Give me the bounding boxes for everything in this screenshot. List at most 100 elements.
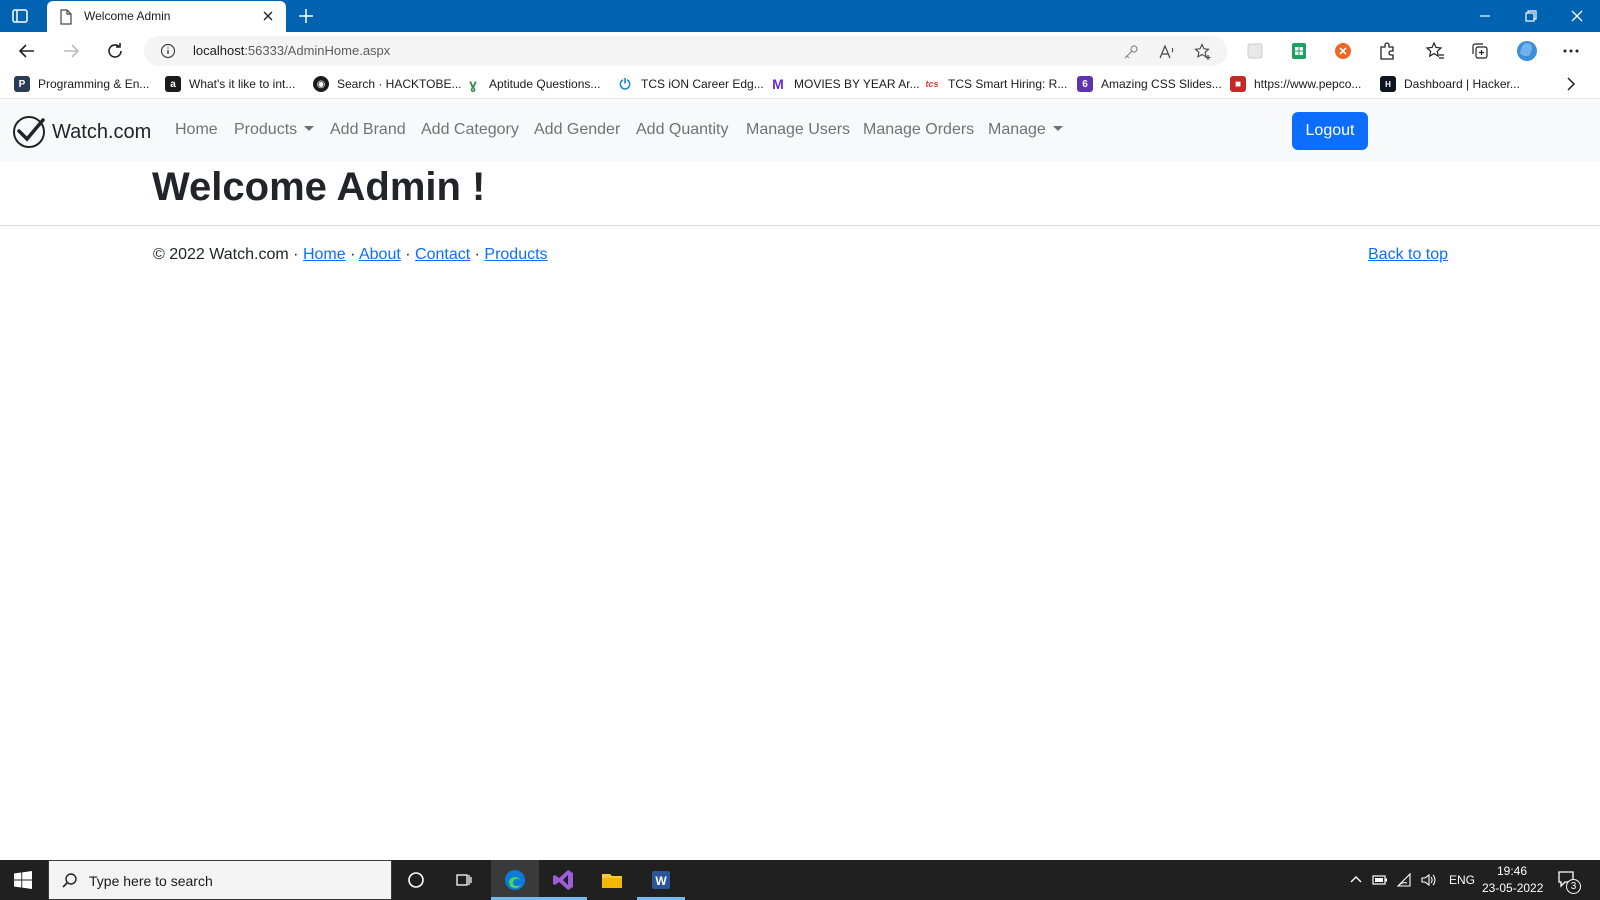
- extension-grid-icon[interactable]: [1245, 41, 1265, 61]
- footer-products-link[interactable]: Products: [484, 246, 547, 263]
- bookmark-label: TCS iON Career Edg...: [641, 77, 764, 91]
- read-aloud-icon[interactable]: [1158, 43, 1176, 61]
- orange-extension-icon[interactable]: [1333, 41, 1353, 61]
- notification-badge: 3: [1566, 879, 1581, 894]
- volume-icon[interactable]: [1420, 872, 1436, 888]
- clock-time: 19:46: [1497, 864, 1528, 878]
- favorites-icon[interactable]: [1425, 41, 1445, 61]
- taskbar-visual-studio-app[interactable]: [539, 860, 587, 900]
- nav-products-label: Products: [234, 121, 298, 138]
- caret-down-icon: [304, 126, 315, 131]
- back-icon[interactable]: [16, 40, 38, 62]
- logout-button[interactable]: Logout: [1292, 112, 1368, 150]
- extensions-puzzle-icon[interactable]: [1377, 41, 1397, 61]
- footer-separator: ·: [474, 246, 480, 263]
- taskbar-edge-app[interactable]: [491, 860, 539, 900]
- nav-add-quantity[interactable]: Add Quantity: [636, 121, 729, 139]
- cortana-icon[interactable]: [402, 866, 430, 894]
- chevron-up-icon[interactable]: [1348, 872, 1364, 888]
- search-placeholder: Type here to search: [89, 873, 213, 889]
- nav-add-gender[interactable]: Add Gender: [534, 121, 620, 139]
- taskbar-search[interactable]: Type here to search: [48, 860, 392, 900]
- bookmark-item[interactable]: M MOVIES BY YEAR Ar...: [770, 75, 920, 93]
- programming-favicon-icon: P: [14, 76, 30, 92]
- footer-about-link[interactable]: About: [359, 246, 401, 263]
- browser-tab-bar: Welcome Admin: [0, 0, 1600, 32]
- browser-tab-active[interactable]: Welcome Admin: [47, 1, 286, 32]
- refresh-icon[interactable]: [104, 40, 126, 62]
- amazon-favicon-icon: a: [165, 76, 181, 92]
- windows-taskbar: Type here to search W ENG 19:46 23-05-20…: [0, 860, 1600, 900]
- bookmark-item[interactable]: tcs TCS Smart Hiring: R...: [924, 75, 1067, 93]
- sheets-extension-icon[interactable]: [1289, 41, 1309, 61]
- six-favicon-icon: 6: [1077, 76, 1093, 92]
- footer-links: © 2022 Watch.com · Home · About · Contac…: [153, 246, 548, 264]
- m-favicon-icon: M: [770, 76, 786, 92]
- bookmark-item[interactable]: ɣ Aptitude Questions...: [465, 75, 600, 93]
- forward-icon[interactable]: [60, 40, 82, 62]
- close-window-icon[interactable]: [1567, 6, 1587, 26]
- cube-favicon-icon: ■: [1230, 76, 1246, 92]
- taskbar-word-app[interactable]: W: [637, 860, 685, 900]
- windows-start-icon[interactable]: [14, 871, 32, 889]
- url-path: :56333/AdminHome.aspx: [244, 43, 391, 58]
- bookmark-label: Search · HACKTOBE...: [337, 77, 462, 91]
- bookmark-label: Dashboard | Hacker...: [1404, 77, 1520, 91]
- nav-manage-dropdown[interactable]: Manage: [988, 121, 1063, 139]
- language-indicator[interactable]: ENG: [1449, 873, 1475, 887]
- geeks-favicon-icon: ɣ: [465, 76, 481, 92]
- page-icon: [60, 9, 72, 25]
- minimize-icon[interactable]: [1475, 6, 1495, 26]
- footer-contact-link[interactable]: Contact: [415, 246, 470, 263]
- battery-icon[interactable]: [1372, 872, 1388, 888]
- address-bar[interactable]: localhost:56333/AdminHome.aspx: [144, 36, 1227, 66]
- page-title: Welcome Admin !: [152, 165, 486, 209]
- clock[interactable]: 19:46 23-05-2022: [1480, 864, 1546, 898]
- nav-add-category[interactable]: Add Category: [421, 121, 519, 139]
- key-icon[interactable]: [1122, 43, 1140, 61]
- nav-add-brand[interactable]: Add Brand: [330, 121, 406, 139]
- footer-separator: ·: [293, 246, 299, 263]
- profile-avatar-icon[interactable]: [1515, 39, 1539, 63]
- bookmark-label: Programming & En...: [38, 77, 150, 91]
- bookmark-item[interactable]: 6 Amazing CSS Slides...: [1077, 75, 1222, 93]
- divider: [0, 225, 1600, 226]
- url-text[interactable]: localhost:56333/AdminHome.aspx: [193, 43, 390, 58]
- close-tab-icon[interactable]: [261, 9, 275, 23]
- chevron-right-icon[interactable]: [1563, 75, 1579, 93]
- add-favorite-icon[interactable]: [1194, 43, 1212, 61]
- collections-icon[interactable]: [1470, 41, 1490, 61]
- nav-home[interactable]: Home: [175, 121, 218, 139]
- bookmark-item[interactable]: a What's it like to int...: [165, 75, 295, 93]
- file-explorer-icon[interactable]: [598, 866, 626, 894]
- notification-center[interactable]: 3: [1553, 868, 1585, 894]
- brand-link[interactable]: Watch.com: [12, 115, 151, 149]
- footer-home-link[interactable]: Home: [303, 246, 346, 263]
- footer-separator: ·: [350, 246, 356, 263]
- bookmark-item[interactable]: ■ https://www.pepco...: [1230, 75, 1361, 93]
- bookmark-item[interactable]: ◉ Search · HACKTOBE...: [313, 75, 461, 93]
- nav-manage-label: Manage: [988, 121, 1046, 138]
- new-tab-icon[interactable]: [296, 6, 316, 26]
- edge-icon: [501, 866, 529, 894]
- bookmark-item[interactable]: P Programming & En...: [14, 75, 149, 93]
- more-options-icon[interactable]: [1561, 41, 1581, 61]
- browser-toolbar: localhost:56333/AdminHome.aspx: [0, 32, 1600, 69]
- bookmark-item[interactable]: ⏻ TCS iON Career Edg...: [617, 75, 764, 93]
- tab-title: Welcome Admin: [84, 9, 171, 23]
- visual-studio-icon: [549, 866, 577, 894]
- restore-icon[interactable]: [1521, 6, 1541, 26]
- brand-name: Watch.com: [52, 120, 152, 143]
- back-to-top-link[interactable]: Back to top: [1368, 246, 1448, 264]
- task-view-icon[interactable]: [450, 866, 478, 894]
- site-navbar: Watch.com Home Products Add Brand Add Ca…: [0, 99, 1600, 161]
- bookmark-item[interactable]: H Dashboard | Hacker...: [1380, 75, 1520, 93]
- tab-actions-icon[interactable]: [10, 6, 30, 26]
- nav-manage-users[interactable]: Manage Users: [746, 121, 850, 139]
- nav-products-dropdown[interactable]: Products: [234, 121, 315, 139]
- network-icon[interactable]: [1396, 872, 1412, 888]
- nav-manage-orders[interactable]: Manage Orders: [863, 121, 974, 139]
- footer-separator: ·: [405, 246, 411, 263]
- power-favicon-icon: ⏻: [617, 76, 633, 92]
- site-info-icon[interactable]: [160, 43, 176, 59]
